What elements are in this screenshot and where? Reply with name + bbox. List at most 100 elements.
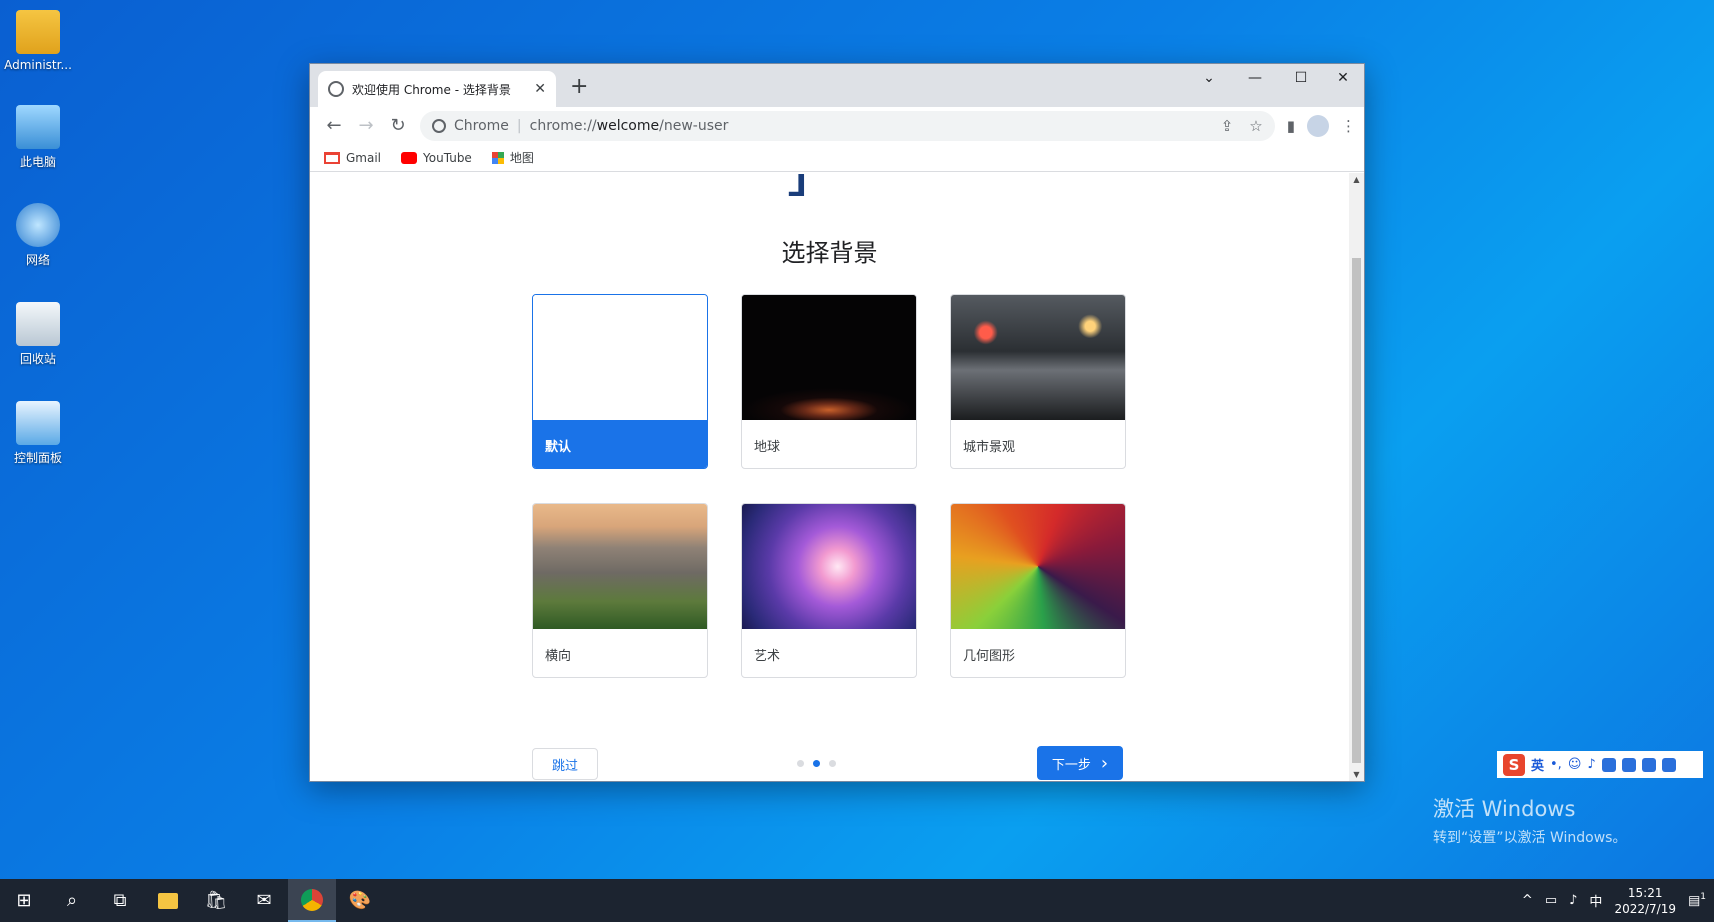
- next-button-label: 下一步: [1051, 757, 1091, 773]
- keyboard-icon[interactable]: [1601, 757, 1616, 772]
- volume-icon[interactable]: ♪: [1569, 893, 1577, 908]
- side-panel-icon[interactable]: ▮: [1287, 117, 1295, 135]
- bookmarks-bar: Gmail YouTube 地图: [310, 144, 1364, 172]
- minimize-button[interactable]: —: [1232, 70, 1278, 86]
- background-label: 艺术: [754, 648, 781, 664]
- skin-icon[interactable]: [1621, 757, 1636, 772]
- search-icon[interactable]: ⌕: [48, 879, 96, 922]
- reload-button[interactable]: ↻: [382, 115, 414, 136]
- share-icon[interactable]: ⇪: [1221, 117, 1234, 135]
- mail-icon[interactable]: ✉: [240, 879, 288, 922]
- background-label: 几何图形: [963, 648, 1016, 664]
- microphone-icon[interactable]: ♪: [1587, 757, 1595, 772]
- close-window-button[interactable]: ✕: [1320, 70, 1364, 86]
- desktop-icon-label: 回收站: [19, 352, 56, 366]
- step-dot: [797, 760, 804, 767]
- clock[interactable]: 15:21 2022/7/19: [1614, 885, 1676, 917]
- background-thumb-landscape: [533, 504, 707, 629]
- forward-button[interactable]: →: [350, 115, 382, 136]
- background-label: 城市景观: [963, 439, 1016, 455]
- notification-center-icon[interactable]: ▤1: [1688, 892, 1706, 908]
- background-card-geometric[interactable]: 几何图形: [950, 503, 1126, 678]
- recycle-bin-icon: [16, 302, 60, 346]
- chrome-site-icon: [432, 118, 446, 133]
- punctuation-icon[interactable]: •,: [1550, 757, 1562, 772]
- emoji-icon[interactable]: ☺: [1568, 757, 1582, 772]
- background-label: 默认: [533, 420, 707, 468]
- bookmark-gmail[interactable]: Gmail: [324, 151, 381, 165]
- desktop-icon-label: 控制面板: [13, 451, 62, 465]
- page-content: ᒧ 选择背景 默认 地球 城市景观 横向 艺术 几何图形 跳过 下一步 › ▲ …: [310, 173, 1364, 781]
- clock-date: 2022/7/19: [1614, 901, 1676, 916]
- paint-app-icon[interactable]: 🎨: [336, 879, 384, 922]
- network-globe-icon: [16, 203, 60, 247]
- tray-chevron-up-icon[interactable]: ^: [1522, 893, 1533, 908]
- background-thumb-cityscape: [951, 295, 1125, 420]
- url-path: /new-user: [659, 117, 729, 134]
- bookmark-star-icon[interactable]: ☆: [1249, 117, 1262, 135]
- tab-search-button[interactable]: ⌄: [1186, 70, 1232, 86]
- bookmark-maps[interactable]: 地图: [491, 149, 534, 166]
- notification-count: 1: [1700, 892, 1706, 903]
- chrome-favicon-icon: [328, 81, 344, 97]
- background-card-art[interactable]: 艺术: [741, 503, 917, 678]
- chrome-taskbar-icon[interactable]: [288, 879, 336, 922]
- background-thumb-art: [742, 504, 916, 629]
- bookmark-label: YouTube: [423, 150, 472, 165]
- profile-avatar-icon[interactable]: [1307, 114, 1329, 137]
- page-title: 选择背景: [781, 239, 878, 267]
- sogou-logo-icon[interactable]: S: [1503, 753, 1525, 776]
- desktop-icon-administrator[interactable]: Administr...: [0, 10, 76, 72]
- activation-subtitle: 转到“设置”以激活 Windows。: [1433, 830, 1627, 846]
- desktop-icon-control-panel[interactable]: 控制面板: [0, 401, 76, 466]
- task-view-icon[interactable]: ⧉: [96, 879, 144, 922]
- desktop-icon-this-pc[interactable]: 此电脑: [0, 105, 76, 170]
- scrollbar-thumb[interactable]: [1352, 258, 1361, 763]
- tab-title: 欢迎使用 Chrome - 选择背景: [352, 82, 511, 97]
- address-bar[interactable]: Chrome | chrome://welcome/new-user ⇪ ☆: [420, 110, 1275, 141]
- input-language[interactable]: 中: [1589, 891, 1602, 910]
- site-label: Chrome: [454, 117, 509, 134]
- scroll-down-arrow-icon[interactable]: ▼: [1349, 770, 1364, 779]
- background-card-landscape[interactable]: 横向: [532, 503, 708, 678]
- page-scrollbar[interactable]: ▲ ▼: [1349, 173, 1364, 781]
- shirt-icon[interactable]: [1641, 757, 1656, 772]
- step-dot: [829, 760, 836, 767]
- activation-title: 激活 Windows: [1433, 797, 1576, 821]
- chevron-right-icon: ›: [1100, 752, 1109, 774]
- omnibox-separator: |: [516, 117, 522, 134]
- desktop-icon-recycle-bin[interactable]: 回收站: [0, 302, 76, 367]
- start-windows-icon[interactable]: ⊞: [0, 879, 48, 922]
- grid-menu-icon[interactable]: [1661, 757, 1676, 772]
- chrome-logo-partial-icon: ᒧ: [788, 173, 807, 204]
- next-button[interactable]: 下一步 ›: [1037, 746, 1123, 780]
- chrome-window: 欢迎使用 Chrome - 选择背景 ✕ + ⌄ — ☐ ✕ ← → ↻ Chr…: [309, 63, 1365, 782]
- control-panel-icon: [16, 401, 60, 445]
- file-explorer-icon[interactable]: [144, 879, 192, 922]
- network-tray-icon[interactable]: ▭: [1545, 893, 1557, 908]
- back-button[interactable]: ←: [318, 115, 350, 136]
- maximize-button[interactable]: ☐: [1278, 70, 1324, 86]
- url-scheme: chrome://: [529, 117, 597, 134]
- toolbar: ← → ↻ Chrome | chrome://welcome/new-user…: [310, 107, 1364, 144]
- user-folder-icon: [16, 10, 60, 54]
- background-thumb-geometric: [951, 504, 1125, 629]
- desktop-icon-network[interactable]: 网络: [0, 203, 76, 268]
- new-tab-button[interactable]: +: [570, 74, 588, 99]
- activation-watermark: 激活 Windows 转到“设置”以激活 Windows。: [1433, 793, 1626, 847]
- background-card-earth[interactable]: 地球: [741, 294, 917, 469]
- active-tab[interactable]: 欢迎使用 Chrome - 选择背景 ✕: [318, 71, 556, 107]
- skip-button[interactable]: 跳过: [532, 748, 598, 780]
- menu-kebab-icon[interactable]: ⋮: [1341, 117, 1356, 135]
- step-indicator: [797, 760, 836, 767]
- background-card-cityscape[interactable]: 城市景观: [950, 294, 1126, 469]
- ime-mode[interactable]: 英: [1531, 755, 1544, 774]
- background-label: 地球: [754, 439, 781, 455]
- background-card-default[interactable]: 默认: [532, 294, 708, 469]
- store-icon[interactable]: 🛍: [192, 879, 240, 922]
- maps-pin-icon: [491, 151, 504, 164]
- bookmark-youtube[interactable]: YouTube: [401, 151, 472, 165]
- tab-close-icon[interactable]: ✕: [534, 81, 546, 97]
- scroll-up-arrow-icon[interactable]: ▲: [1349, 175, 1364, 184]
- desktop-icon-label: 此电脑: [19, 155, 56, 169]
